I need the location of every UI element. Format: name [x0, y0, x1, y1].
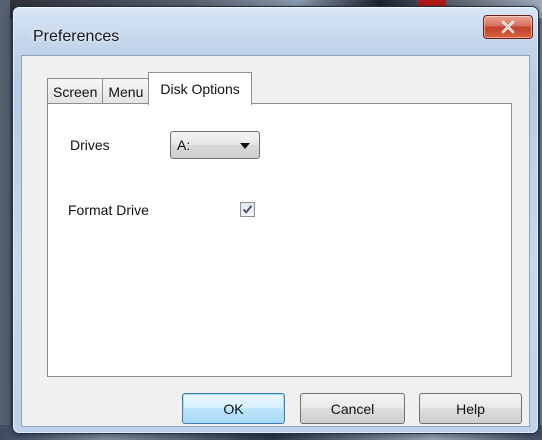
close-button[interactable] [483, 15, 533, 39]
window-title: Preferences [33, 28, 120, 45]
cancel-button[interactable]: Cancel [300, 393, 405, 424]
format-drive-checkbox[interactable] [240, 202, 255, 217]
desktop-left-strip [0, 0, 10, 440]
tab-screen[interactable]: Screen [47, 78, 104, 104]
dialog-client-area: Screen Menu Disk Options Drives A: Forma… [21, 55, 530, 427]
format-drive-label: Format Drive [68, 202, 149, 218]
drives-dropdown[interactable]: A: [170, 131, 260, 159]
checkmark-icon [242, 205, 253, 214]
chevron-down-icon [240, 143, 250, 149]
help-button[interactable]: Help [419, 393, 522, 424]
tab-strip: Screen Menu Disk Options [47, 72, 252, 105]
tab-menu[interactable]: Menu [102, 78, 150, 104]
drives-label: Drives [70, 137, 110, 153]
preferences-dialog: Preferences Screen Menu Disk Options Dri… [12, 6, 539, 434]
ok-button[interactable]: OK [182, 393, 285, 424]
drives-dropdown-value: A: [177, 137, 191, 153]
close-icon [501, 20, 515, 34]
disk-options-panel: Drives A: Format Drive [47, 103, 512, 377]
title-bar[interactable]: Preferences [13, 7, 538, 51]
tab-disk-options[interactable]: Disk Options [148, 72, 252, 105]
